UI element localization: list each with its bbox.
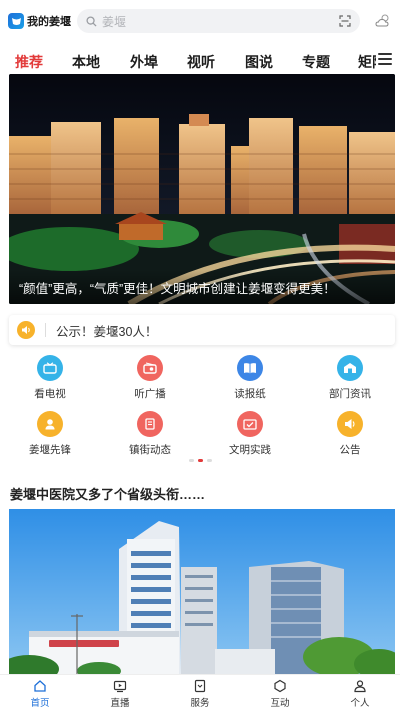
nav-label: 直播	[110, 698, 130, 709]
town-news-icon	[137, 411, 163, 437]
service-civilization-practice[interactable]: 文明实践	[200, 408, 300, 464]
service-department-news[interactable]: 部门资讯	[300, 352, 400, 408]
nav-profile[interactable]: 个人	[320, 675, 400, 710]
page-dot-active	[197, 459, 203, 462]
notice-divider	[45, 323, 46, 337]
service-label: 公告	[339, 444, 361, 456]
speaker-icon	[17, 321, 35, 339]
service-icon	[194, 679, 206, 693]
service-watch-tv[interactable]: 看电视	[0, 352, 100, 408]
tab-photo-story[interactable]: 图说	[245, 52, 273, 72]
news-image[interactable]	[9, 509, 395, 674]
grid-page-indicator	[0, 459, 400, 462]
notice-text: 公示！姜堰30人！	[56, 324, 158, 339]
nav-label: 服务	[190, 698, 210, 709]
tab-recommend[interactable]: 推荐	[15, 52, 43, 78]
service-label: 部门资讯	[329, 388, 371, 400]
pioneer-icon	[37, 411, 63, 437]
newspaper-icon	[237, 355, 263, 381]
channel-menu-icon[interactable]	[378, 53, 392, 65]
search-bar[interactable]: 姜堰	[77, 9, 360, 33]
service-label: 姜堰先锋	[29, 444, 71, 456]
service-announcement[interactable]: 公告	[300, 408, 400, 464]
weather-icon[interactable]	[374, 12, 392, 30]
profile-icon	[354, 680, 366, 693]
nav-interact[interactable]: 互动	[240, 675, 320, 710]
service-label: 镇街动态	[129, 444, 171, 456]
news-headline[interactable]: 姜堰中医院又多了个省级头衔……	[10, 484, 205, 503]
tab-local[interactable]: 本地	[72, 52, 100, 72]
top-bar: 我的姜堰 姜堰	[0, 0, 400, 42]
service-listen-radio[interactable]: 听广播	[100, 352, 200, 408]
announcement-icon	[337, 411, 363, 437]
tab-topics[interactable]: 专题	[302, 52, 330, 72]
civilization-icon	[237, 411, 263, 437]
search-icon	[86, 15, 97, 27]
service-town-news[interactable]: 镇街动态	[100, 408, 200, 464]
banner-caption: “颜值”更高，“气质”更佳！文明城市创建让姜堰变得更美！	[9, 270, 395, 304]
live-icon	[113, 680, 127, 693]
nav-label: 互动	[270, 698, 290, 709]
notice-bar[interactable]: 公示！姜堰30人！	[9, 315, 395, 345]
radio-icon	[137, 355, 163, 381]
service-label: 听广播	[134, 388, 166, 400]
logo-icon	[8, 13, 24, 29]
service-read-newspaper[interactable]: 读报纸	[200, 352, 300, 408]
interact-icon	[274, 679, 286, 693]
tab-outside[interactable]: 外埠	[130, 52, 158, 72]
bottom-nav: 首页 直播 服务 互动 个人	[0, 674, 400, 710]
department-news-icon	[337, 355, 363, 381]
scan-icon[interactable]	[339, 15, 351, 27]
service-label: 文明实践	[229, 444, 271, 456]
headline-banner[interactable]: “颜值”更高，“气质”更佳！文明城市创建让姜堰变得更美！	[9, 74, 395, 304]
home-icon	[34, 680, 46, 692]
tab-audiovisual[interactable]: 视听	[187, 52, 215, 72]
nav-service[interactable]: 服务	[160, 675, 240, 710]
nav-live[interactable]: 直播	[80, 675, 160, 710]
nav-home[interactable]: 首页	[0, 675, 80, 710]
service-label: 读报纸	[234, 388, 266, 400]
tab-matrix[interactable]: 矩阵	[358, 54, 376, 70]
nav-label: 首页	[30, 698, 50, 709]
service-label: 看电视	[34, 388, 66, 400]
hospital-building-image	[9, 509, 395, 674]
page-dot	[188, 459, 194, 462]
channel-tabs: 推荐 本地 外埠 视听 图说 专题 矩阵	[0, 44, 400, 78]
app-name: 我的姜堰	[27, 15, 71, 28]
service-grid: 看电视 听广播 读报纸 部门资讯 姜堰先锋 镇街动态 文明实践 公告	[0, 352, 400, 464]
tv-icon	[37, 355, 63, 381]
page-dot	[206, 459, 212, 462]
service-pioneer[interactable]: 姜堰先锋	[0, 408, 100, 464]
nav-label: 个人	[350, 698, 370, 709]
search-placeholder: 姜堰	[102, 14, 127, 29]
app-logo[interactable]: 我的姜堰	[8, 13, 71, 29]
tab-matrix-clip: 矩阵	[358, 52, 376, 72]
